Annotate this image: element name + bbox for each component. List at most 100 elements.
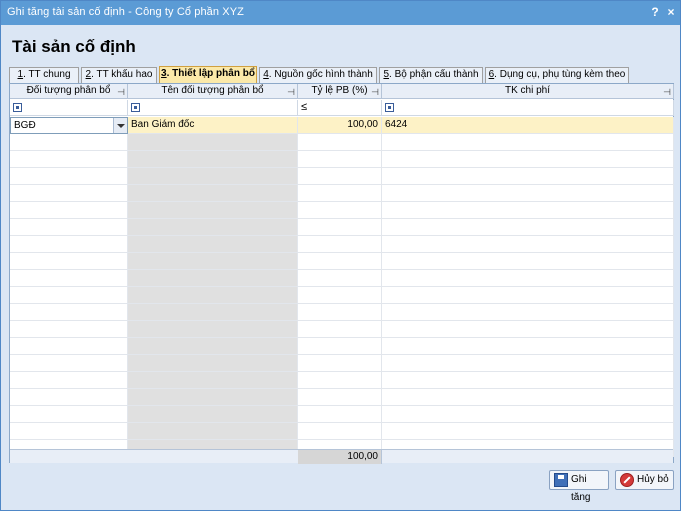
empty-cell xyxy=(298,151,382,168)
empty-cell xyxy=(128,321,298,338)
empty-cell xyxy=(382,406,674,423)
window-title: Ghi tăng tài sản cố định - Công ty Cổ ph… xyxy=(7,6,244,18)
filter-ten-doi-tuong[interactable] xyxy=(128,100,298,116)
filter-ty-le[interactable]: ≤ xyxy=(298,100,382,116)
tab-thiet-lap-phan-bo[interactable]: 3. Thiết lập phân bổ xyxy=(159,66,257,83)
filter-operator[interactable]: ≤ xyxy=(301,101,307,113)
empty-cell xyxy=(128,389,298,406)
table-row xyxy=(10,151,674,168)
table-row xyxy=(10,355,674,372)
empty-cell xyxy=(10,304,128,321)
empty-cell xyxy=(298,202,382,219)
tab-bo-phan-cau-thanh[interactable]: 5. Bộ phận cấu thành xyxy=(379,67,483,83)
empty-cell xyxy=(382,168,674,185)
tab-nguon-goc-hinh-thanh[interactable]: 4. Nguồn gốc hình thành xyxy=(259,67,377,83)
empty-cell xyxy=(382,304,674,321)
dialog-window: Ghi tăng tài sản cố định - Công ty Cổ ph… xyxy=(0,0,681,511)
empty-cell xyxy=(128,202,298,219)
empty-cell xyxy=(128,253,298,270)
table-row xyxy=(10,406,674,423)
empty-cell xyxy=(128,134,298,151)
empty-cell xyxy=(128,338,298,355)
empty-cell xyxy=(10,270,128,287)
empty-cell xyxy=(382,423,674,440)
ten-doi-tuong-cell: Ban Giám đốc xyxy=(128,117,298,134)
empty-cell xyxy=(298,236,382,253)
empty-cell xyxy=(128,372,298,389)
tab-dung-cu-phu-tung[interactable]: 6. Dụng cụ, phụ tùng kèm theo xyxy=(485,67,629,83)
table-row[interactable]: BGĐ Ban Giám đốc 100,00 6424 xyxy=(10,117,674,134)
empty-cell xyxy=(382,185,674,202)
empty-cell xyxy=(128,151,298,168)
empty-cell xyxy=(128,219,298,236)
empty-cell xyxy=(382,236,674,253)
empty-cell xyxy=(10,338,128,355)
empty-cell xyxy=(128,304,298,321)
save-icon xyxy=(554,473,568,487)
pin-icon[interactable]: ⊣ xyxy=(117,85,125,99)
tab-tt-chung[interactable]: 1. TT chung xyxy=(9,67,79,83)
empty-cell xyxy=(298,304,382,321)
table-row xyxy=(10,134,674,151)
allocation-grid[interactable]: Đối tượng phân bổ ⊣ Tên đối tượng phân bổ… xyxy=(9,83,674,464)
empty-cell xyxy=(128,406,298,423)
empty-cell xyxy=(298,134,382,151)
tk-chi-phi-cell[interactable]: 6424 xyxy=(382,117,674,134)
empty-cell xyxy=(10,202,128,219)
table-row xyxy=(10,168,674,185)
pin-icon[interactable]: ⊣ xyxy=(287,85,295,99)
col-header-doi-tuong[interactable]: Đối tượng phân bổ ⊣ xyxy=(10,84,128,99)
pin-icon[interactable]: ⊣ xyxy=(663,85,671,99)
ty-le-cell[interactable]: 100,00 xyxy=(298,117,382,134)
empty-cell xyxy=(382,389,674,406)
table-row xyxy=(10,202,674,219)
empty-cell xyxy=(382,202,674,219)
filter-tk-chi-phi[interactable] xyxy=(382,100,674,116)
empty-cell xyxy=(298,168,382,185)
title-bar[interactable]: Ghi tăng tài sản cố định - Công ty Cổ ph… xyxy=(1,1,680,25)
doi-tuong-dropdown[interactable]: BGĐ xyxy=(10,117,128,134)
empty-cell xyxy=(298,372,382,389)
cancel-icon xyxy=(620,473,634,487)
empty-cell xyxy=(382,321,674,338)
table-row xyxy=(10,372,674,389)
empty-cell xyxy=(128,287,298,304)
empty-cell xyxy=(10,253,128,270)
empty-cell xyxy=(298,270,382,287)
table-row xyxy=(10,236,674,253)
empty-cell xyxy=(298,406,382,423)
filter-icon[interactable] xyxy=(131,103,140,112)
tab-tt-khau-hao[interactable]: 2. TT khấu hao xyxy=(81,67,157,83)
help-button[interactable]: ? xyxy=(647,4,663,20)
col-header-ten-doi-tuong[interactable]: Tên đối tượng phân bổ ⊣ xyxy=(128,84,298,99)
filter-doi-tuong[interactable] xyxy=(10,100,128,116)
table-row xyxy=(10,321,674,338)
page-title: Tài sản cố định xyxy=(12,37,136,56)
empty-cell xyxy=(382,219,674,236)
empty-cell xyxy=(298,338,382,355)
empty-cell xyxy=(382,134,674,151)
empty-cell xyxy=(10,168,128,185)
filter-icon[interactable] xyxy=(385,103,394,112)
huy-bo-button[interactable]: Hủy bỏ xyxy=(615,470,674,490)
empty-cell xyxy=(382,270,674,287)
empty-cell xyxy=(298,423,382,440)
col-header-ty-le[interactable]: Tỷ lệ PB (%) ⊣ xyxy=(298,84,382,99)
empty-cell xyxy=(382,151,674,168)
ghi-tang-button[interactable]: Ghi tăng xyxy=(549,470,609,503)
table-row xyxy=(10,423,674,440)
col-header-tk-chi-phi[interactable]: TK chi phí ⊣ xyxy=(382,84,674,99)
close-button[interactable]: × xyxy=(663,4,679,20)
grid-footer: 100,00 xyxy=(10,449,673,464)
empty-cell xyxy=(128,270,298,287)
empty-cell xyxy=(10,219,128,236)
empty-cell xyxy=(10,372,128,389)
filter-icon[interactable] xyxy=(13,103,22,112)
pin-icon[interactable]: ⊣ xyxy=(371,85,379,99)
table-row xyxy=(10,389,674,406)
chevron-down-icon[interactable] xyxy=(113,118,127,133)
empty-cell xyxy=(128,236,298,253)
empty-cell xyxy=(128,168,298,185)
empty-cell xyxy=(128,185,298,202)
tab-strip: 1. TT chung 2. TT khấu hao 3. Thiết lập … xyxy=(9,66,673,83)
